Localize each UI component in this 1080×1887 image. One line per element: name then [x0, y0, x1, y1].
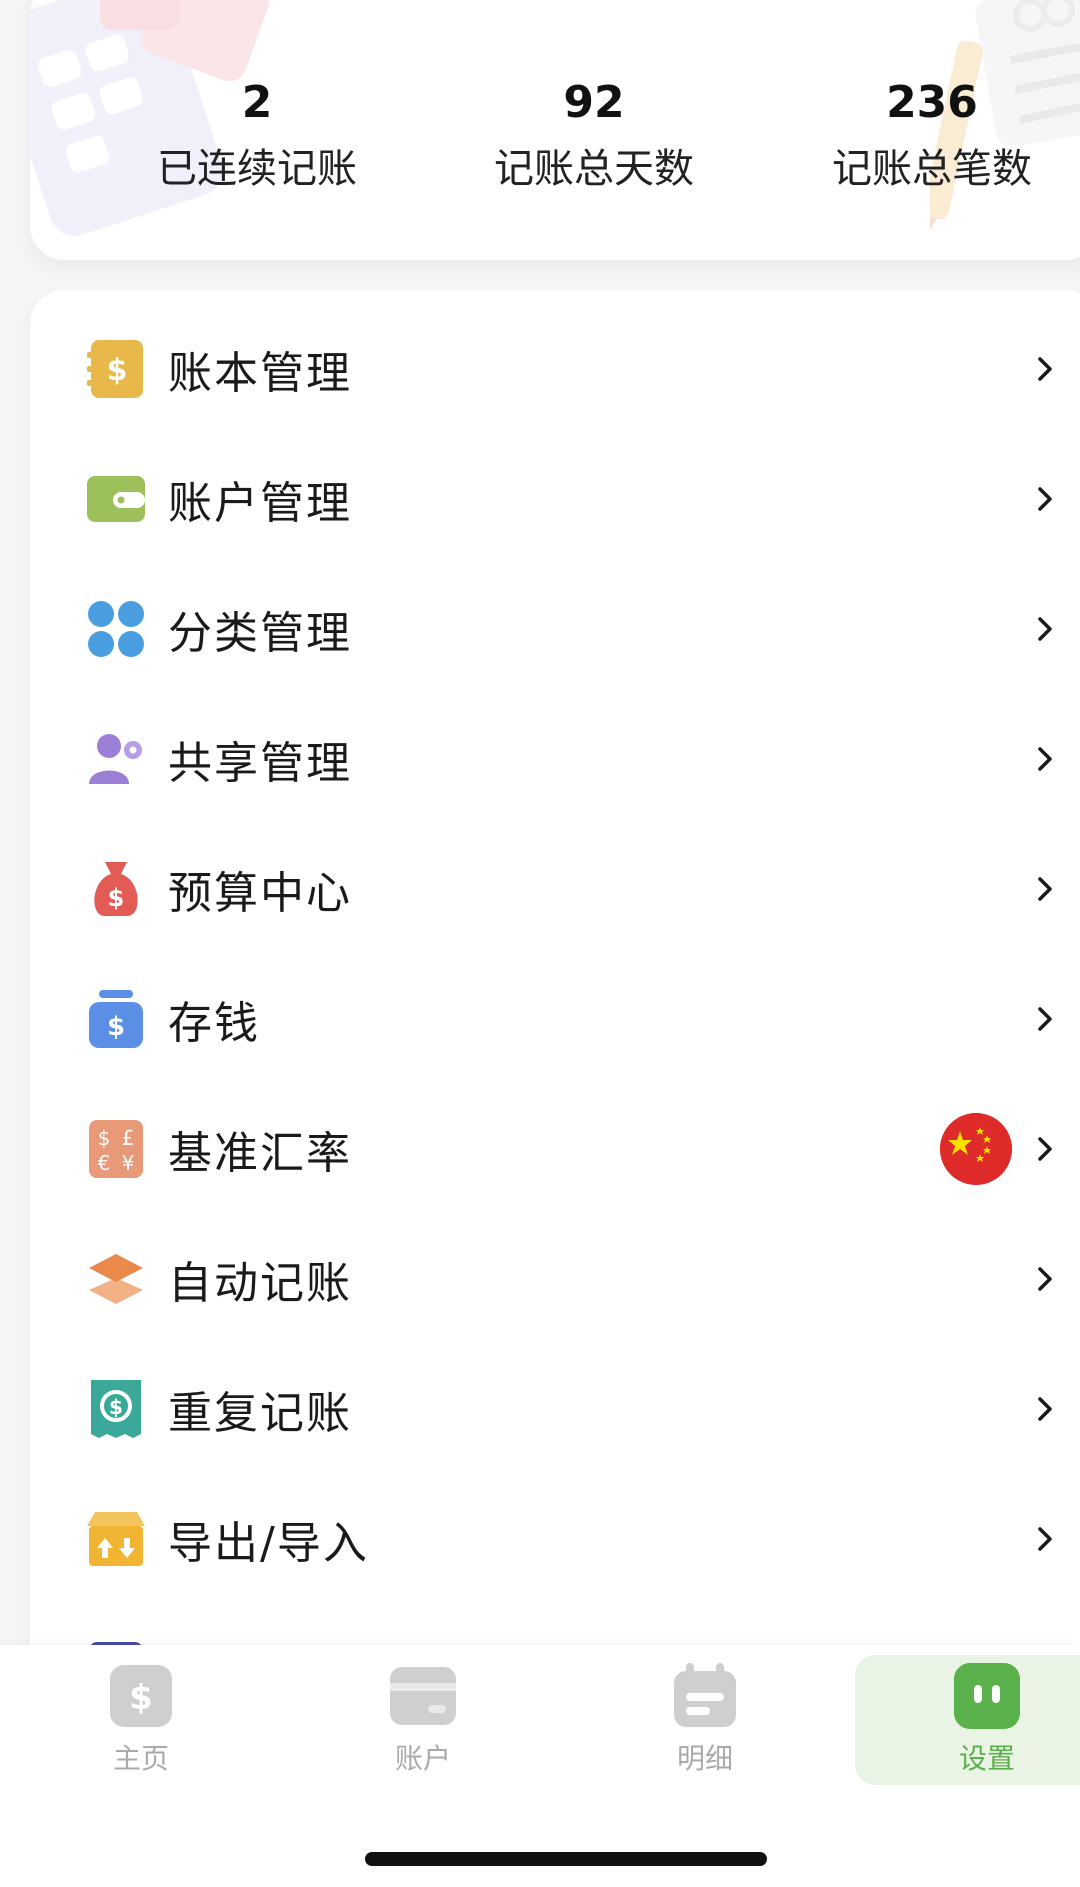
chevron-right-icon — [1038, 617, 1052, 641]
menu-label: 分类管理 — [168, 608, 352, 659]
menu-item-budget[interactable]: $ 预算中心 — [30, 824, 1080, 954]
menu-item-ledger[interactable]: $ 账本管理 — [30, 304, 1080, 434]
stat-label: 记账总天数 — [494, 146, 694, 192]
stat-value: 92 — [563, 77, 625, 128]
tab-settings[interactable]: 设置 — [877, 1653, 1080, 1783]
svg-text:$: $ — [129, 1678, 153, 1718]
menu-item-export-import[interactable]: 导出/导入 — [30, 1474, 1080, 1604]
svg-text:$: $ — [108, 884, 125, 912]
tab-label: 账户 — [394, 1742, 451, 1775]
menu-item-categories[interactable]: 分类管理 — [30, 564, 1080, 694]
menu-label: 存钱 — [168, 998, 260, 1049]
chevron-right-icon — [1038, 1527, 1052, 1551]
layers-icon — [89, 1254, 143, 1304]
tab-details[interactable]: 明细 — [595, 1653, 815, 1783]
stat-value: 236 — [886, 77, 978, 128]
menu-item-recurring[interactable]: $ 重复记账 — [30, 1344, 1080, 1474]
chevron-right-icon — [1038, 1267, 1052, 1291]
chevron-right-icon — [1038, 1397, 1052, 1421]
tab-home[interactable]: $ 主页 — [31, 1653, 251, 1783]
chevron-right-icon — [1038, 1137, 1052, 1161]
savings-jar-icon: $ — [89, 990, 143, 1048]
money-bag-icon: $ — [94, 862, 138, 916]
details-calendar-icon — [674, 1663, 736, 1727]
china-flag-icon — [940, 1113, 1012, 1185]
home-dollar-icon: $ — [110, 1665, 172, 1727]
settings-menu: $ 账本管理 账户管理 分类管理 共享管理 $ 预算中心 $ 存钱 $ £ € … — [30, 290, 1080, 1690]
svg-text:$: $ — [109, 1395, 123, 1419]
repeat-receipt-icon: $ — [91, 1380, 141, 1438]
svg-text:£: £ — [122, 1126, 135, 1150]
stat-total-records: 236 记账总笔数 — [782, 75, 1080, 197]
stats-card: 2 已连续记账 92 记账总天数 236 记账总笔数 — [30, 0, 1080, 260]
chevron-right-icon — [1038, 877, 1052, 901]
svg-text:¥: ¥ — [122, 1151, 135, 1175]
currency-exchange-icon: $ £ € ¥ — [89, 1120, 143, 1178]
menu-item-auto-record[interactable]: 自动记账 — [30, 1214, 1080, 1344]
stat-streak: 2 已连续记账 — [107, 75, 407, 197]
menu-label: 账本管理 — [168, 348, 352, 399]
stat-total-days: 92 记账总天数 — [444, 75, 744, 197]
svg-text:$: $ — [107, 1012, 125, 1042]
svg-text:€: € — [98, 1151, 111, 1175]
menu-label: 共享管理 — [168, 738, 352, 789]
settings-face-icon — [954, 1663, 1020, 1729]
menu-label: 自动记账 — [168, 1258, 352, 1309]
stat-label: 记账总笔数 — [832, 146, 1032, 192]
tab-label: 设置 — [958, 1742, 1015, 1775]
menu-item-savings[interactable]: $ 存钱 — [30, 954, 1080, 1084]
menu-item-accounts[interactable]: 账户管理 — [30, 434, 1080, 564]
category-grid-icon — [88, 601, 144, 657]
menu-label: 基准汇率 — [168, 1128, 352, 1179]
menu-item-exchange-rate[interactable]: $ £ € ¥ 基准汇率 — [30, 1084, 1080, 1214]
home-indicator[interactable] — [365, 1852, 767, 1866]
export-import-box-icon — [87, 1512, 145, 1566]
bottom-tab-bar: $ 主页 账户 明细 设置 — [0, 1645, 1080, 1887]
chevron-right-icon — [1038, 357, 1052, 381]
menu-label: 账户管理 — [168, 478, 352, 529]
settings-page: 2 已连续记账 92 记账总天数 236 记账总笔数 $ 账本管理 账户管理 分… — [0, 0, 1080, 1887]
svg-text:$: $ — [107, 353, 128, 388]
tab-accounts[interactable]: 账户 — [313, 1653, 533, 1783]
tab-label: 明细 — [676, 1742, 733, 1775]
menu-label: 预算中心 — [168, 868, 352, 919]
menu-label: 重复记账 — [168, 1388, 352, 1439]
menu-label: 导出/导入 — [168, 1518, 369, 1569]
chevron-right-icon — [1038, 1007, 1052, 1031]
ledger-dollar-icon: $ — [87, 340, 143, 398]
tab-label: 主页 — [112, 1742, 169, 1775]
share-user-icon — [89, 734, 142, 784]
account-card-icon — [390, 1667, 456, 1725]
stat-label: 已连续记账 — [157, 146, 357, 192]
chevron-right-icon — [1038, 487, 1052, 511]
svg-text:$: $ — [98, 1126, 111, 1150]
stat-value: 2 — [241, 77, 273, 128]
chevron-right-icon — [1038, 747, 1052, 771]
wallet-icon — [87, 476, 145, 522]
menu-item-sharing[interactable]: 共享管理 — [30, 694, 1080, 824]
